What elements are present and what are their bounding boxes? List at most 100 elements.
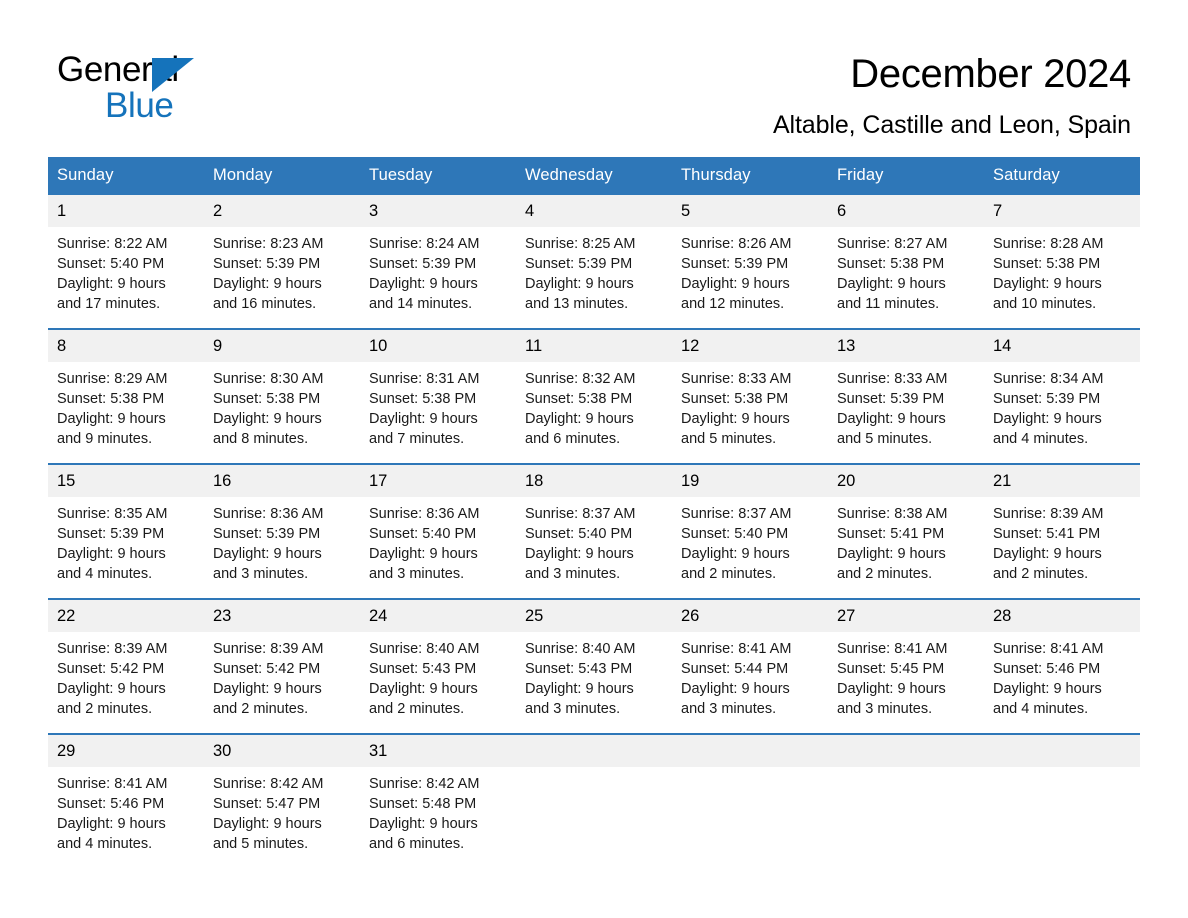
day-info-sunrise: Sunrise: 8:31 AM [369,371,480,387]
day-info-daylight1: Daylight: 9 hours [993,546,1102,562]
calendar-body: 1 Sunrise: 8:22 AM Sunset: 5:40 PM Daylight… [48,193,1140,868]
day-info-daylight1: Daylight: 9 hours [57,681,166,697]
day-info-daylight1: Daylight: 9 hours [369,276,478,292]
day-info-daylight2: and 4 minutes. [993,431,1089,447]
day-info-sunset: Sunset: 5:46 PM [993,661,1101,677]
day-cell[interactable]: 22 Sunrise: 8:39 AM Sunset: 5:42 PM Dayligh… [48,598,204,734]
day-info-sunset: Sunset: 5:39 PM [369,256,477,272]
day-cell[interactable]: 26 Sunrise: 8:41 AM Sunset: 5:44 PM Dayligh… [672,598,828,734]
weekday-header-tuesday: Tuesday [360,157,516,194]
day-number: 19 [672,465,828,497]
day-cell[interactable]: 31 Sunrise: 8:42 AM Sunset: 5:48 PM Dayligh… [360,733,516,868]
day-info-sunset: Sunset: 5:39 PM [213,526,321,542]
day-info-sunrise: Sunrise: 8:22 AM [57,236,168,252]
day-cell[interactable]: 29 Sunrise: 8:41 AM Sunset: 5:46 PM Dayligh… [48,733,204,868]
day-info-sunrise: Sunrise: 8:40 AM [525,641,636,657]
day-cell[interactable]: 25 Sunrise: 8:40 AM Sunset: 5:43 PM Dayligh… [516,598,672,734]
day-cell-empty [828,733,984,868]
day-cell[interactable]: 21 Sunrise: 8:39 AM Sunset: 5:41 PM Dayligh… [984,463,1140,599]
day-info-daylight1: Daylight: 9 hours [57,816,166,832]
day-info-sunrise: Sunrise: 8:30 AM [213,371,324,387]
day-info-sunrise: Sunrise: 8:37 AM [681,506,792,522]
day-info: Sunrise: 8:33 AM Sunset: 5:39 PM Daylight:… [828,362,984,449]
day-info: Sunrise: 8:27 AM Sunset: 5:38 PM Daylight:… [828,227,984,314]
day-info-sunset: Sunset: 5:39 PM [213,256,321,272]
day-info-sunset: Sunset: 5:44 PM [681,661,789,677]
day-info-sunset: Sunset: 5:38 PM [837,256,945,272]
day-cell[interactable]: 2 Sunrise: 8:23 AM Sunset: 5:39 PM Daylight… [204,193,360,329]
weekday-header-saturday: Saturday [984,157,1140,194]
day-info-daylight1: Daylight: 9 hours [525,411,634,427]
day-cell-inner [672,735,828,868]
day-info-daylight2: and 16 minutes. [213,296,317,312]
day-cell[interactable]: 24 Sunrise: 8:40 AM Sunset: 5:43 PM Dayligh… [360,598,516,734]
day-info [672,767,828,774]
day-number: 1 [48,195,204,227]
day-cell[interactable]: 16 Sunrise: 8:36 AM Sunset: 5:39 PM Dayligh… [204,463,360,599]
day-cell[interactable]: 1 Sunrise: 8:22 AM Sunset: 5:40 PM Daylight… [48,193,204,329]
day-number: 22 [48,600,204,632]
day-cell[interactable]: 23 Sunrise: 8:39 AM Sunset: 5:42 PM Dayligh… [204,598,360,734]
day-info-sunrise: Sunrise: 8:34 AM [993,371,1104,387]
day-cell[interactable]: 27 Sunrise: 8:41 AM Sunset: 5:45 PM Dayligh… [828,598,984,734]
day-cell-inner: 13 Sunrise: 8:33 AM Sunset: 5:39 PM Dayligh… [828,330,984,463]
day-number: 28 [984,600,1140,632]
day-info-daylight2: and 11 minutes. [837,296,940,312]
day-cell[interactable]: 8 Sunrise: 8:29 AM Sunset: 5:38 PM Daylight… [48,328,204,464]
day-info-daylight1: Daylight: 9 hours [837,546,946,562]
day-cell[interactable]: 17 Sunrise: 8:36 AM Sunset: 5:40 PM Dayligh… [360,463,516,599]
day-info-sunset: Sunset: 5:48 PM [369,796,477,812]
day-info: Sunrise: 8:29 AM Sunset: 5:38 PM Daylight:… [48,362,204,449]
day-info-daylight2: and 3 minutes. [837,701,933,717]
day-info: Sunrise: 8:39 AM Sunset: 5:42 PM Daylight:… [48,632,204,719]
day-info-daylight1: Daylight: 9 hours [993,411,1102,427]
day-info-sunrise: Sunrise: 8:24 AM [369,236,480,252]
day-info-sunset: Sunset: 5:40 PM [525,526,633,542]
day-cell-inner: 19 Sunrise: 8:37 AM Sunset: 5:40 PM Dayligh… [672,465,828,598]
day-cell[interactable]: 9 Sunrise: 8:30 AM Sunset: 5:38 PM Daylight… [204,328,360,464]
day-cell[interactable]: 6 Sunrise: 8:27 AM Sunset: 5:38 PM Daylight… [828,193,984,329]
day-info-daylight2: and 3 minutes. [525,566,621,582]
day-cell[interactable]: 14 Sunrise: 8:34 AM Sunset: 5:39 PM Dayligh… [984,328,1140,464]
day-cell[interactable]: 30 Sunrise: 8:42 AM Sunset: 5:47 PM Dayligh… [204,733,360,868]
day-info-sunset: Sunset: 5:38 PM [57,391,165,407]
day-cell[interactable]: 19 Sunrise: 8:37 AM Sunset: 5:40 PM Dayligh… [672,463,828,599]
day-info-daylight2: and 4 minutes. [57,566,153,582]
day-cell[interactable]: 13 Sunrise: 8:33 AM Sunset: 5:39 PM Dayligh… [828,328,984,464]
day-info-daylight2: and 2 minutes. [369,701,465,717]
day-cell-inner: 6 Sunrise: 8:27 AM Sunset: 5:38 PM Daylight… [828,195,984,328]
day-info-daylight2: and 13 minutes. [525,296,629,312]
day-cell[interactable]: 5 Sunrise: 8:26 AM Sunset: 5:39 PM Daylight… [672,193,828,329]
day-cell[interactable]: 11 Sunrise: 8:32 AM Sunset: 5:38 PM Dayligh… [516,328,672,464]
day-info-daylight1: Daylight: 9 hours [993,276,1102,292]
day-info-daylight2: and 3 minutes. [369,566,465,582]
day-cell-inner: 20 Sunrise: 8:38 AM Sunset: 5:41 PM Dayligh… [828,465,984,598]
day-cell[interactable]: 4 Sunrise: 8:25 AM Sunset: 5:39 PM Daylight… [516,193,672,329]
day-cell-inner: 10 Sunrise: 8:31 AM Sunset: 5:38 PM Dayligh… [360,330,516,463]
day-cell[interactable]: 10 Sunrise: 8:31 AM Sunset: 5:38 PM Dayligh… [360,328,516,464]
day-info-sunset: Sunset: 5:38 PM [213,391,321,407]
day-cell[interactable]: 3 Sunrise: 8:24 AM Sunset: 5:39 PM Daylight… [360,193,516,329]
day-info-sunrise: Sunrise: 8:41 AM [837,641,948,657]
day-info-daylight2: and 5 minutes. [681,431,777,447]
weekday-header-monday: Monday [204,157,360,194]
day-info-daylight1: Daylight: 9 hours [213,411,322,427]
day-cell[interactable]: 20 Sunrise: 8:38 AM Sunset: 5:41 PM Dayligh… [828,463,984,599]
day-info-sunrise: Sunrise: 8:36 AM [213,506,324,522]
day-cell[interactable]: 15 Sunrise: 8:35 AM Sunset: 5:39 PM Dayligh… [48,463,204,599]
day-number: 2 [204,195,360,227]
day-info-sunrise: Sunrise: 8:29 AM [57,371,168,387]
day-cell[interactable]: 7 Sunrise: 8:28 AM Sunset: 5:38 PM Daylight… [984,193,1140,329]
day-info: Sunrise: 8:40 AM Sunset: 5:43 PM Daylight:… [516,632,672,719]
day-number [828,735,984,767]
day-cell[interactable]: 12 Sunrise: 8:33 AM Sunset: 5:38 PM Dayligh… [672,328,828,464]
day-info-sunrise: Sunrise: 8:26 AM [681,236,792,252]
calendar-header-row: Sunday Monday Tuesday Wednesday Thursday… [48,157,1140,194]
day-info-sunset: Sunset: 5:42 PM [57,661,165,677]
day-cell[interactable]: 28 Sunrise: 8:41 AM Sunset: 5:46 PM Dayligh… [984,598,1140,734]
day-info: Sunrise: 8:26 AM Sunset: 5:39 PM Daylight:… [672,227,828,314]
day-info-daylight1: Daylight: 9 hours [57,411,166,427]
day-info-sunset: Sunset: 5:41 PM [837,526,945,542]
day-info-daylight2: and 9 minutes. [57,431,153,447]
day-cell[interactable]: 18 Sunrise: 8:37 AM Sunset: 5:40 PM Dayligh… [516,463,672,599]
